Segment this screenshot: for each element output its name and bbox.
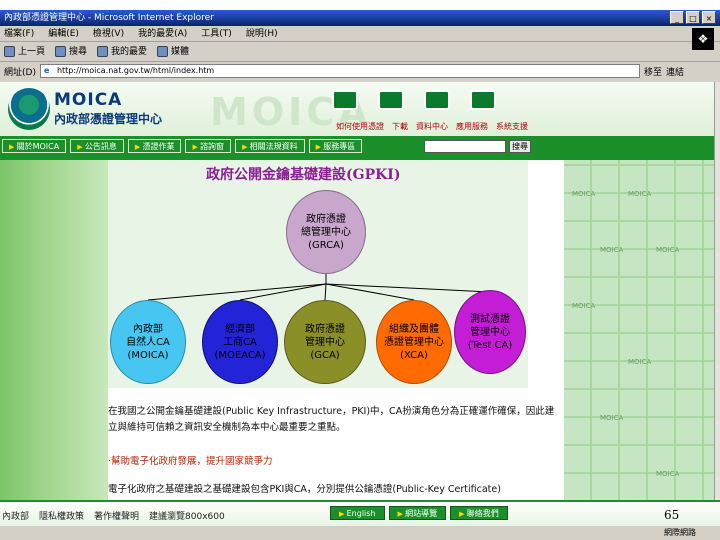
footer-links: 內政部 隱私權政策 著作權聲明 建議瀏覽800x600 xyxy=(2,509,225,522)
nav-announcements[interactable]: 公告訊息 xyxy=(70,139,124,153)
vertical-scrollbar[interactable] xyxy=(714,82,720,500)
tile-label: MOICA xyxy=(628,358,652,366)
back-icon xyxy=(4,46,15,57)
footer-link-copyright[interactable]: 著作權聲明 xyxy=(94,509,139,522)
site-footer: 內政部 隱私權政策 著作權聲明 建議瀏覽800x600 English 網站導覽… xyxy=(0,500,720,526)
logo-title: MOICA xyxy=(54,90,123,110)
minimize-button[interactable]: _ xyxy=(670,11,684,24)
right-decoration: MOICA MOICA MOICA MOICA MOICA MOICA MOIC… xyxy=(564,160,714,500)
header-link-howto[interactable]: 如何使用憑證 xyxy=(336,121,384,132)
status-bar: 網際網路 xyxy=(0,526,720,540)
tile-label: MOICA xyxy=(572,190,596,198)
site-header: MOICA 內政部憑證管理中心 MOICA 如何使用憑證 下載 資料中心 應用服… xyxy=(0,82,720,136)
window-title: 內政部憑證管理中心 - Microsoft Internet Explorer xyxy=(4,13,214,23)
search-icon xyxy=(55,46,67,57)
menu-file[interactable]: 檔案(F) xyxy=(4,26,34,41)
connector-moica xyxy=(147,283,327,301)
node-moica: 內政部 自然人CA (MOICA) xyxy=(110,300,186,384)
footer-link-privacy[interactable]: 隱私權政策 xyxy=(39,509,84,522)
header-link-data[interactable]: 資料中心 xyxy=(416,121,448,132)
close-button[interactable]: × xyxy=(702,11,716,24)
left-decoration xyxy=(0,160,108,500)
site-search-button[interactable]: 搜尋 xyxy=(509,140,531,153)
favorites-toolbar-button[interactable]: 我的最愛 xyxy=(97,42,147,62)
site-search-input[interactable] xyxy=(424,140,506,153)
slide-number: 65 xyxy=(664,508,680,522)
tile-label: MOICA xyxy=(656,470,680,478)
gpki-diagram: 政府公開金鑰基礎建設(GPKI) 政府憑證 總管理中心 (GRCA) 內政部 自… xyxy=(108,160,528,388)
header-link-apps[interactable]: 應用服務 xyxy=(456,121,488,132)
nav-consult[interactable]: 諮詢窗 xyxy=(185,139,232,153)
sitemap-button[interactable]: 網站導覽 xyxy=(388,506,447,520)
header-links: 如何使用憑證 下載 資料中心 應用服務 系統支援 xyxy=(336,121,528,132)
tile-label: MOICA xyxy=(572,302,596,310)
media-icon xyxy=(157,46,169,57)
menu-help[interactable]: 說明(H) xyxy=(246,26,278,41)
site-search: 搜尋 xyxy=(424,140,531,153)
nav-services[interactable]: 服務專區 xyxy=(308,139,363,153)
main-nav: 關於MOICA 公告訊息 憑證作業 諮詢窗 相關法規資料 服務專區 xyxy=(0,136,720,156)
tile-label: MOICA xyxy=(600,246,624,254)
nav-cert-ops[interactable]: 憑證作業 xyxy=(127,139,182,153)
egov-link[interactable]: ‧幫助電子化政府發展，提升國家競爭力 xyxy=(108,453,273,467)
window-titlebar: 內政部憑證管理中心 - Microsoft Internet Explorer … xyxy=(0,10,720,26)
windows-logo-icon: ❖ xyxy=(692,28,714,50)
menu-edit[interactable]: 編輯(E) xyxy=(48,26,79,41)
nav-regulations[interactable]: 相關法規資料 xyxy=(235,139,305,153)
english-button[interactable]: English xyxy=(330,506,385,520)
maximize-button[interactable]: □ xyxy=(686,11,700,24)
nav-about[interactable]: 關於MOICA xyxy=(2,139,67,153)
footer-browser-note: 建議瀏覽800x600 xyxy=(149,512,225,522)
contact-button[interactable]: 聯絡我們 xyxy=(450,506,508,520)
star-icon xyxy=(97,46,109,57)
node-moeaca: 經濟部 工商CA (MOEACA) xyxy=(202,300,278,384)
address-label: 網址(D) xyxy=(4,67,36,78)
header-icon-group xyxy=(332,90,496,110)
links-button[interactable]: 連結 xyxy=(666,65,684,78)
node-xca: 組織及團體 憑證管理中心 (XCA) xyxy=(376,300,452,384)
tile-label: MOICA xyxy=(600,414,624,422)
network-icon[interactable] xyxy=(470,90,496,110)
document-icon[interactable] xyxy=(378,90,404,110)
footer-link-moi[interactable]: 內政部 xyxy=(2,509,29,522)
header-link-download[interactable]: 下載 xyxy=(392,121,408,132)
search-toolbar-button[interactable]: 搜尋 xyxy=(55,42,87,62)
tile-label: MOICA xyxy=(656,246,680,254)
menu-favorites[interactable]: 我的最愛(A) xyxy=(138,26,187,41)
tile-label: MOICA xyxy=(628,190,652,198)
go-button[interactable]: 移至 xyxy=(644,65,662,78)
menu-tools[interactable]: 工具(T) xyxy=(201,26,232,41)
back-button[interactable]: 上一頁 xyxy=(4,42,45,62)
node-gca: 政府憑證 管理中心 (GCA) xyxy=(284,300,366,384)
computer-icon[interactable] xyxy=(332,90,358,110)
logo-subtitle: 內政部憑證管理中心 xyxy=(54,112,163,126)
node-testca: 測試憑證 管理中心 (Test CA) xyxy=(454,290,526,374)
browser-chrome: 檔案(F) 編輯(E) 檢視(V) 我的最愛(A) 工具(T) 說明(H) 上一… xyxy=(0,26,720,82)
address-bar: 網址(D) http://moica.nat.gov.tw/html/index… xyxy=(0,62,720,80)
node-grca: 政府憑證 總管理中心 (GRCA) xyxy=(286,190,366,274)
lightbulb-icon[interactable] xyxy=(424,90,450,110)
connector-moeaca xyxy=(239,283,327,301)
connector-gca xyxy=(324,283,327,301)
menu-bar: 檔案(F) 編輯(E) 檢視(V) 我的最愛(A) 工具(T) 說明(H) xyxy=(0,26,720,42)
egov-paragraph: 電子化政府之基礎建設之基礎建設包含PKI與CA，分別提供公鑰憑證(Public-… xyxy=(108,484,501,495)
main-content: 政府公開金鑰基礎建設(GPKI) 政府憑證 總管理中心 (GRCA) 內政部 自… xyxy=(108,160,564,500)
media-toolbar-button[interactable]: 媒體 xyxy=(157,42,189,62)
status-zone: 網際網路 xyxy=(664,528,696,537)
intro-paragraph: 在我國之公開金鑰基礎建設(Public Key Infrastructure，P… xyxy=(108,406,555,433)
header-link-support[interactable]: 系統支援 xyxy=(496,121,528,132)
browser-toolbar: 上一頁 搜尋 我的最愛 媒體 xyxy=(0,42,720,62)
footer-buttons: English 網站導覽 聯絡我們 xyxy=(330,506,508,520)
address-input[interactable]: http://moica.nat.gov.tw/html/index.htm xyxy=(39,64,640,78)
menu-view[interactable]: 檢視(V) xyxy=(93,26,124,41)
diagram-title: 政府公開金鑰基礎建設(GPKI) xyxy=(206,167,401,183)
window-controls: _ □ × xyxy=(670,11,716,24)
moica-logo-icon[interactable] xyxy=(8,88,50,130)
